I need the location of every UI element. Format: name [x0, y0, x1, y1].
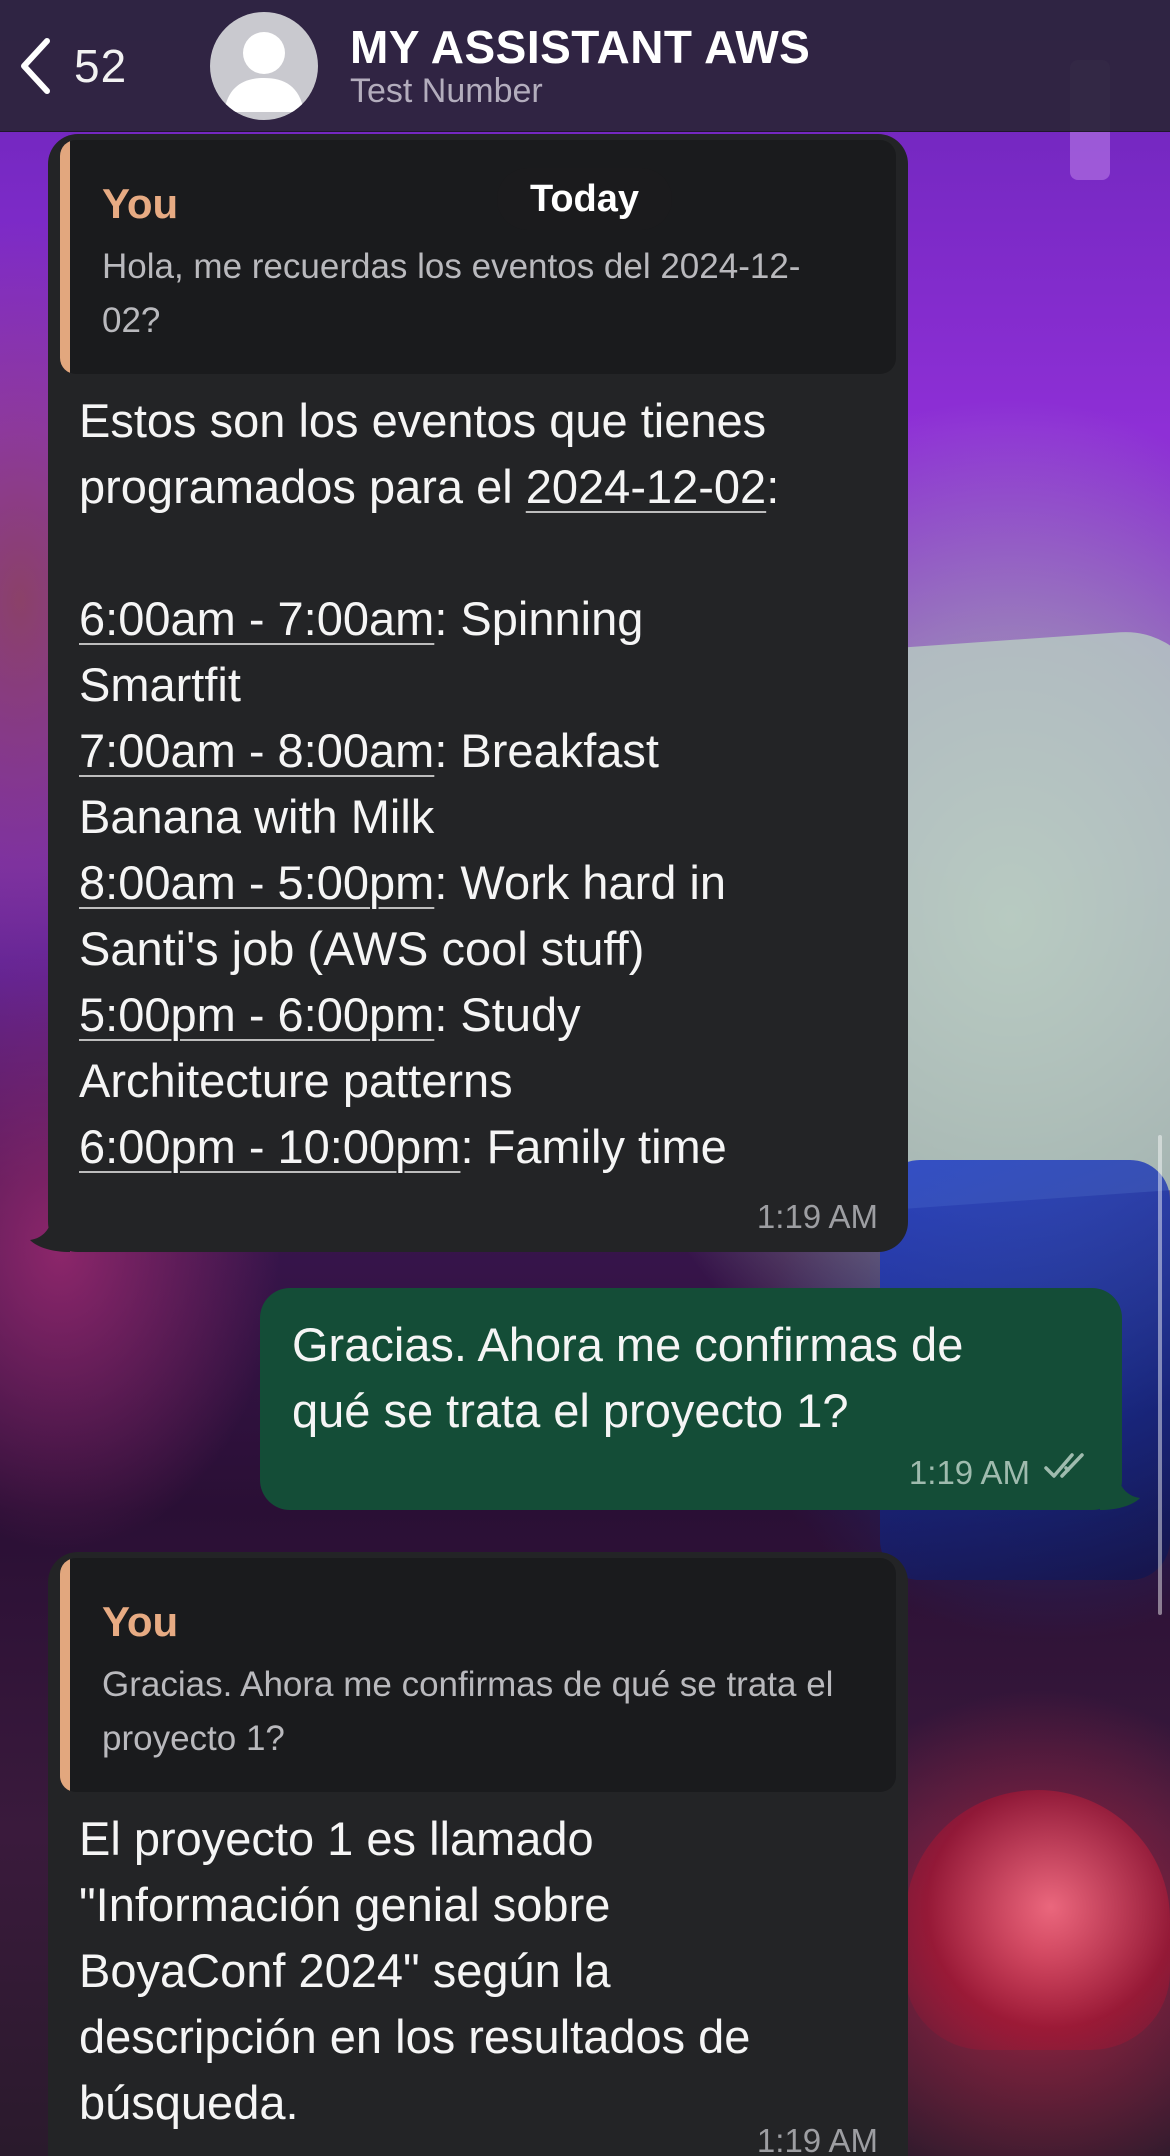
incoming-message-bubble[interactable]: You Gracias. Ahora me confirmas de qué s…: [48, 1552, 908, 2156]
message-text: Gracias. Ahora me confirmas de qué se tra…: [292, 1318, 964, 1437]
message-timestamp: 1:19 AM: [908, 1454, 1030, 1491]
event-item: 8:00am - 5:00pm: Work hard in: [79, 856, 726, 909]
event-time-link[interactable]: 5:00pm - 6:00pm: [79, 988, 434, 1041]
chat-header: 52 MY ASSISTANT AWS Test Number: [0, 0, 1170, 132]
message-timestamp: 1:19 AM: [756, 1198, 878, 1235]
event-item: 6:00am - 7:00am: Spinning: [79, 592, 644, 645]
event-time-link[interactable]: 6:00pm - 10:00pm: [79, 1120, 460, 1173]
back-button[interactable]: 52: [18, 30, 127, 102]
user-silhouette-icon: [210, 32, 318, 120]
quote-author: You: [102, 1598, 179, 1645]
message-timestamp: 1:19 AM: [756, 2122, 878, 2156]
event-item: 5:00pm - 6:00pm: Study: [79, 988, 581, 1041]
event-time-link[interactable]: 6:00am - 7:00am: [79, 592, 434, 645]
event-item: 6:00pm - 10:00pm: Family time: [79, 1120, 727, 1173]
incoming-message-bubble[interactable]: You Hola, me recuerdas los eventos del 2…: [48, 134, 908, 1252]
quoted-message[interactable]: You Hola, me recuerdas los eventos del 2…: [60, 140, 896, 374]
chat-screen: 52 MY ASSISTANT AWS Test Number You Hola…: [0, 0, 1170, 2156]
event-item: 7:00am - 8:00am: Breakfast: [79, 724, 659, 777]
quote-accent-bar: [60, 140, 70, 374]
date-link[interactable]: 2024-12-02: [526, 460, 766, 513]
outgoing-message-bubble[interactable]: Gracias. Ahora me confirmas de qué se tra…: [260, 1288, 1122, 1510]
event-time-link[interactable]: 7:00am - 8:00am: [79, 724, 434, 777]
double-check-read-icon: [1044, 1451, 1092, 1486]
quote-accent-bar: [60, 1558, 70, 1792]
chat-subtitle[interactable]: Test Number: [350, 72, 543, 111]
message-text: El proyecto 1 es llamado "Información gen…: [79, 1812, 751, 2129]
scrollbar-thumb[interactable]: [1158, 1135, 1162, 1615]
quoted-message[interactable]: You Gracias. Ahora me confirmas de qué s…: [60, 1558, 896, 1792]
avatar[interactable]: [210, 12, 318, 120]
background-photo-chair: [905, 1790, 1170, 2050]
bubble-tail: [30, 1218, 70, 1252]
unread-count: 52: [74, 40, 128, 92]
quote-text: Gracias. Ahora me confirmas de qué se tr…: [102, 1665, 834, 1758]
date-separator: Today: [497, 168, 672, 230]
message-text: Estos son los eventos que tienes programa…: [79, 388, 879, 1180]
chat-title[interactable]: MY ASSISTANT AWS: [350, 20, 810, 74]
quote-author: You: [102, 180, 179, 227]
chevron-left-icon: [18, 37, 52, 95]
event-time-link[interactable]: 8:00am - 5:00pm: [79, 856, 434, 909]
bubble-tail: [1100, 1476, 1140, 1510]
quote-text: Hola, me recuerdas los eventos del 2024-…: [102, 247, 801, 340]
